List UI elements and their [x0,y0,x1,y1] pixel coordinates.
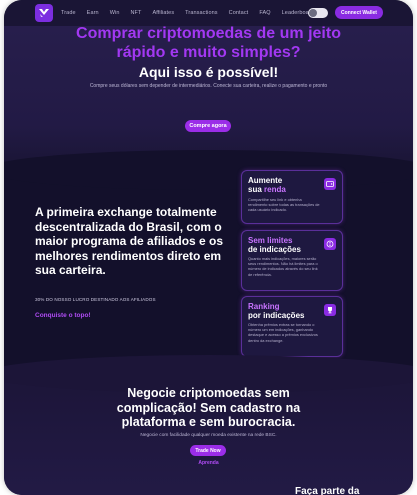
hero-title: Comprar criptomoedas de um jeito rápido … [76,25,341,61]
trade-headline: Negocie criptomoedas sem complicação! Se… [116,386,301,429]
feature-card-income: Aumente sua renda Compartilhe seu link e… [241,170,343,224]
nav-links: Trade Earn Win NFT Affiliates Transactio… [61,0,325,26]
card-title: Aumente sua renda [248,176,286,194]
coin-icon [324,238,336,250]
section-divider [4,150,413,190]
card-title-line2: sua [248,185,265,194]
page-frame: Trade Earn Win NFT Affiliates Transactio… [4,0,413,495]
affiliate-note: 30% DO NOSSO LUCRO DESTINADO AOS AFILIAD… [35,297,156,302]
card-body: Quanto mais indicações, maiores serão se… [248,256,318,277]
nav-link-trade[interactable]: Trade [61,10,76,16]
trophy-icon [324,304,336,316]
card-title-line2: por indicações [248,311,305,320]
conquer-top-link[interactable]: Conquiste o topo! [35,312,91,319]
card-title-line2: de indicações [248,245,301,254]
nav-link-win[interactable]: Win [110,10,120,16]
nav-link-transactions[interactable]: Transactions [185,10,217,16]
wallet-icon [324,178,336,190]
trade-now-button[interactable]: Trade Now [190,445,226,456]
card-title-highlight: renda [264,185,286,194]
toggle-knob [309,9,317,17]
card-title-highlight: Sem limites [248,236,293,245]
nav-link-affiliates[interactable]: Affiliates [152,10,174,16]
theme-toggle[interactable] [308,8,328,18]
top-navbar: Trade Earn Win NFT Affiliates Transactio… [4,0,413,26]
exchange-headline: A primeira exchange totalmente descentra… [35,205,224,277]
feature-card-no-limits: Sem limites de indicações Quanto mais in… [241,230,343,291]
nav-link-faq[interactable]: FAQ [259,10,270,16]
trade-description: Negocie com facilidade qualquer moeda ex… [140,433,277,438]
nav-link-contact[interactable]: Contact [229,10,249,16]
card-title: Ranking por indicações [248,302,304,320]
learn-link[interactable]: Aprenda [4,460,413,466]
hero-subtitle: Aqui isso é possível! [138,64,279,80]
nav-link-earn[interactable]: Earn [87,10,99,16]
nav-link-nft[interactable]: NFT [130,10,141,16]
card-body: Obtenha prêmios extras se tornando o núm… [248,322,318,343]
card-title: Sem limites de indicações [248,236,301,254]
connect-wallet-button[interactable]: Connect Wallet [335,6,383,19]
join-section-title: Faça parte da [295,486,360,495]
feature-card-ranking: Ranking por indicações Obtenha prêmios e… [241,296,343,357]
logo-icon[interactable] [35,4,53,22]
card-body: Compartilhe seu link e obtenha rendiment… [248,197,320,213]
card-title-line1: Aumente [248,176,283,185]
hero-description: Compre seus dólares sem depender de inte… [89,83,328,89]
card-title-highlight: Ranking [248,302,280,311]
buy-now-button[interactable]: Compre agora [185,120,231,132]
